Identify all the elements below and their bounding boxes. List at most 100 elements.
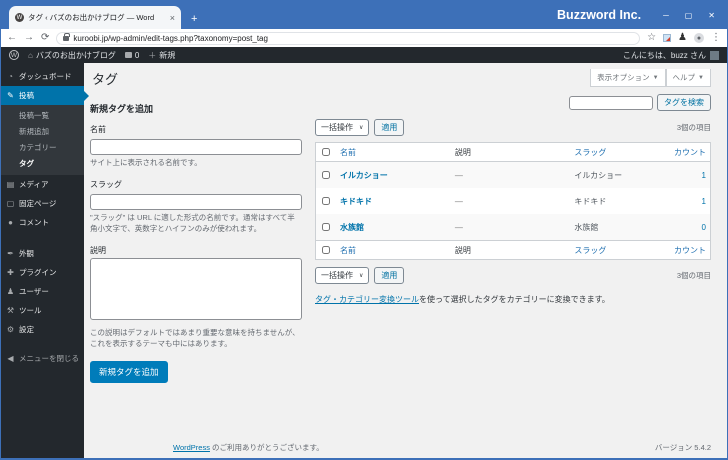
users-icon: ♟ [6,287,15,296]
sidebar-item-label: コメント [19,218,49,227]
back-icon[interactable]: ← [7,33,17,43]
submenu-item-add-new[interactable]: 新規追加 [1,123,84,139]
sidebar-item-tools[interactable]: ⚒ ツール [1,301,84,320]
chevron-down-icon: ▼ [652,74,659,81]
search-tags-input[interactable] [569,95,653,110]
version-text: バージョン 5.4.2 [654,443,711,452]
column-footer-description: 説明 [454,245,471,255]
profile-avatar-icon[interactable]: ● [694,33,704,43]
sidebar-item-comments[interactable]: ● コメント [1,213,84,232]
sidebar-item-label: プラグイン [19,268,57,277]
tab-close-icon[interactable]: × [170,13,175,23]
tools-icon: ⚒ [6,306,15,315]
padlock-icon [63,32,71,41]
new-tab-button[interactable]: + [191,13,197,25]
browser-titlebar: W タグ ‹ バズのお出かけブログ — Word × + Buzzword In… [1,1,727,29]
submenu-item-categories[interactable]: カテゴリー [1,139,84,155]
row-checkbox[interactable] [322,197,330,205]
page-title: タグ [92,72,119,87]
tag-count-link[interactable]: 1 [662,171,710,180]
sidebar-item-pages[interactable]: ▢ 固定ページ [1,194,84,213]
comments-icon: ● [8,218,13,227]
sidebar-item-label: 外観 [19,249,34,258]
admin-bar-greeting[interactable]: こんにちは、buzz さん [623,50,706,61]
description-label: 説明 [90,245,106,255]
select-all-checkbox[interactable] [322,148,330,156]
column-footer-count[interactable]: カウント [662,245,710,256]
tag-description-textarea[interactable] [90,257,302,320]
appearance-brush-icon: ✒ [7,249,14,258]
apply-button-bottom[interactable]: 適用 [374,267,405,284]
browser-tab[interactable]: W タグ ‹ バズのお出かけブログ — Word × [9,6,181,29]
submenu-item-all-posts[interactable]: 投稿一覧 [1,107,84,123]
tag-name-link[interactable]: イルカショー [336,170,451,181]
chevron-down-icon: ▼ [698,74,704,81]
address-bar[interactable]: kuroobi.jp/wp-admin/edit-tags.php?taxono… [56,31,641,45]
collapse-label: メニューを閉じる [19,354,79,363]
column-header-count[interactable]: カウント [662,147,710,158]
name-label: 名前 [90,125,106,134]
tag-count-link[interactable]: 0 [662,223,710,232]
tag-name-link[interactable]: 水族館 [336,222,451,233]
admin-bar-new-link[interactable]: ＋ 新規 [148,50,175,61]
tag-category-converter-link[interactable]: タグ・カテゴリー変換ツール [315,295,419,304]
tag-name-input[interactable] [90,139,302,155]
comments-bubble-icon [124,52,132,58]
row-checkbox[interactable] [322,171,330,179]
settings-icon: ⚙ [6,325,15,334]
forward-icon[interactable]: → [24,33,34,43]
wp-admin-bar: W ⌂ バズのお出かけブログ 0 ＋ 新規 こんにちは、buzz さん [1,47,727,63]
extensions-icon[interactable]: ♟ [678,33,687,43]
search-tags-button[interactable]: タグを検索 [657,94,711,111]
sidebar-item-users[interactable]: ♟ ユーザー [1,282,84,301]
sidebar-item-plugins[interactable]: ✚ プラグイン [1,263,84,282]
column-footer-name[interactable]: 名前 [336,245,451,256]
column-footer-slug[interactable]: スラッグ [570,245,662,256]
tag-slug-input[interactable] [90,193,302,210]
maximize-button[interactable]: ▢ [685,11,693,20]
screen-options-label: 表示オプション [597,73,650,82]
select-all-checkbox[interactable] [322,246,330,254]
user-avatar [710,50,719,60]
row-checkbox[interactable] [322,223,330,231]
column-header-slug[interactable]: スラッグ [570,147,662,158]
sidebar-item-appearance[interactable]: ✒ 外観 [1,244,84,263]
wordpress-favicon-icon: W [15,13,24,22]
bulk-actions-label: 一括操作 [321,271,353,280]
sidebar-item-label: メディア [19,180,49,189]
submenu-item-tags[interactable]: タグ [1,155,84,171]
screenshot-extension-icon[interactable] [663,34,672,42]
sidebar-item-label: ユーザー [19,287,49,296]
plugins-icon: ✚ [7,268,14,277]
minimize-button[interactable]: ─ [663,11,669,20]
wordpress-logo-icon[interactable]: W [9,50,19,60]
sidebar-item-settings[interactable]: ⚙ 設定 [1,320,84,339]
admin-bar-comments-link[interactable]: 0 [124,51,139,60]
new-label: 新規 [159,50,176,60]
sidebar-item-dashboard[interactable]: ◔ ダッシュボード [1,67,84,86]
tag-slug: 水族館 [574,222,599,232]
refresh-icon[interactable]: ⟳ [41,33,49,43]
apply-button[interactable]: 適用 [374,119,405,136]
bulk-actions-select-bottom[interactable]: 一括操作 ∨ [315,267,370,284]
bulk-actions-select[interactable]: 一括操作 ∨ [315,119,370,136]
tag-slug: キドキド [574,196,607,206]
sidebar-item-media[interactable]: ▤ メディア [1,175,84,194]
tag-name-link[interactable]: キドキド [336,196,451,207]
sidebar-item-label: 投稿 [19,91,34,100]
column-header-name[interactable]: 名前 [336,147,451,158]
close-button[interactable]: ✕ [708,11,715,20]
screen-options-button[interactable]: 表示オプション ▼ [590,69,666,87]
site-name: バズのお出かけブログ [35,50,116,60]
tag-count-link[interactable]: 1 [662,197,710,206]
chrome-menu-icon[interactable]: ⋮ [711,33,721,43]
collapse-menu-button[interactable]: ◀ メニューを閉じる [1,349,84,368]
sidebar-item-posts[interactable]: ✎ 投稿 [1,86,89,105]
tag-description: — [454,222,463,232]
thanks-rest: のご利用ありがとうございます。 [209,443,324,452]
wordpress-footer-link[interactable]: WordPress [173,443,210,452]
add-new-tag-button[interactable]: 新規タグを追加 [90,361,168,384]
help-button[interactable]: ヘルプ ▼ [665,69,711,87]
admin-bar-site-link[interactable]: ⌂ バズのお出かけブログ [28,50,116,61]
bookmark-star-icon[interactable]: ☆ [647,33,656,43]
